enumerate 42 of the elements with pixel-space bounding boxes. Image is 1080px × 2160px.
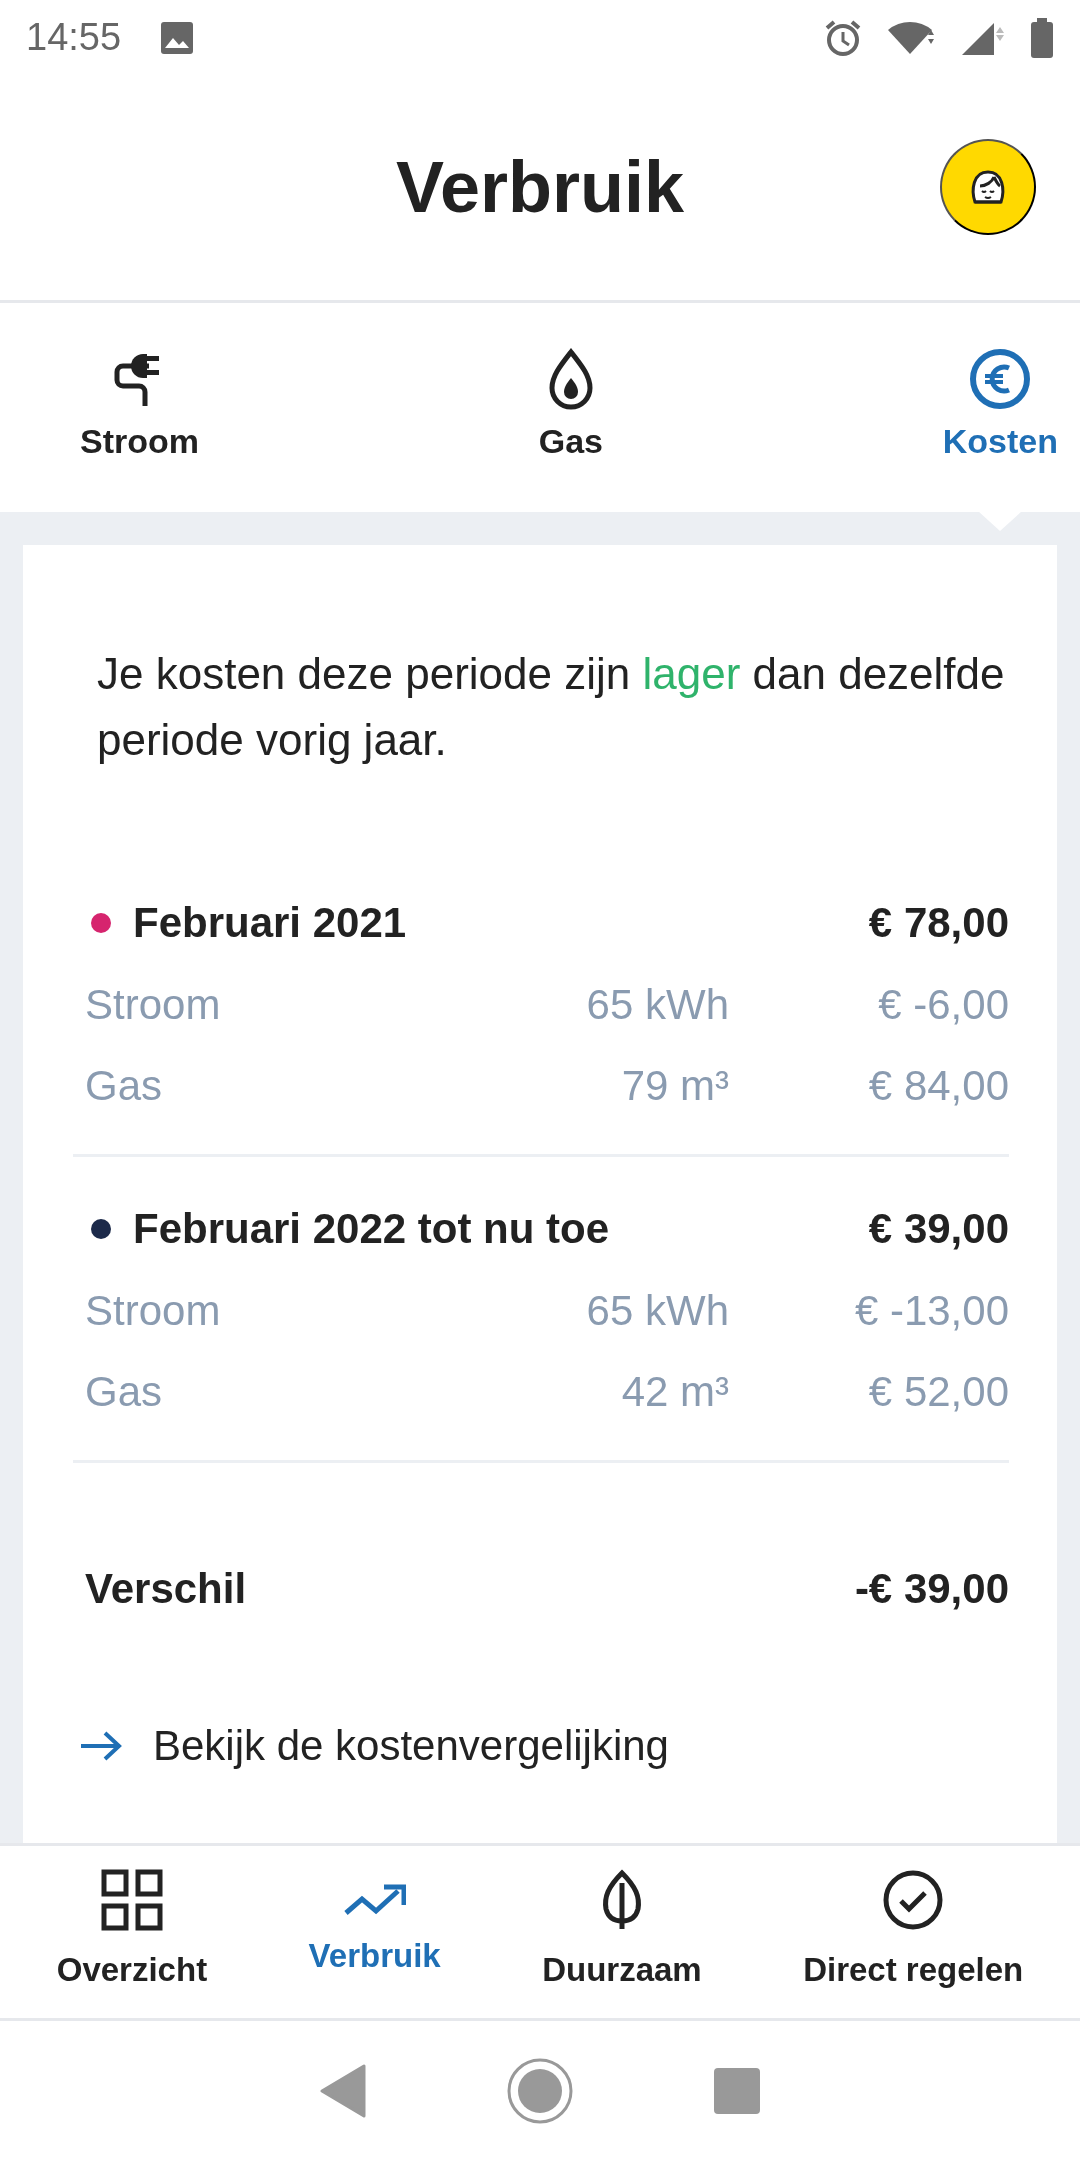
back-button[interactable] — [320, 2063, 366, 2118]
home-icon — [506, 2056, 574, 2125]
usage-amount: 42 m³ — [620, 1367, 729, 1417]
tab[interactable]: Gas — [538, 348, 603, 467]
difference-value: -€ 39,00 — [854, 1564, 1009, 1614]
trend-icon — [343, 1883, 406, 1918]
usage-amount: 65 kWh — [585, 980, 729, 1030]
period-label: Februari 2021 — [133, 898, 408, 948]
usage-cost: € 84,00 — [867, 1061, 1009, 1111]
nav-item[interactable]: Verbruik — [308, 1883, 441, 1981]
home-button[interactable] — [506, 2056, 574, 2125]
usage-cost: € 52,00 — [867, 1367, 1009, 1417]
nav-item[interactable]: Overzicht — [56, 1869, 208, 1995]
usage-amount: 65 kWh — [585, 1286, 729, 1336]
tab[interactable]: Stroom — [80, 348, 199, 467]
cost-comparison-text: Je kosten deze periode zijn lager dan dezelfde periode vorig jaar. — [97, 648, 1006, 766]
comparison-link[interactable]: Bekijk de kostenvergelijking — [79, 1714, 669, 1777]
battery-icon — [1030, 17, 1054, 58]
usage-cost: € -13,00 — [853, 1286, 1009, 1336]
nav-item[interactable]: Direct regelen — [803, 1869, 1024, 1995]
period-label: Februari 2022 tot nu toe — [133, 1204, 611, 1254]
back-icon — [320, 2063, 366, 2118]
tab[interactable]: Kosten — [942, 348, 1058, 467]
grid-icon — [100, 1869, 163, 1932]
usage-type: Gas — [85, 1061, 164, 1111]
usage-type: Gas — [85, 1367, 164, 1417]
wifi-icon — [886, 19, 936, 56]
recents-icon — [714, 2067, 760, 2114]
difference-label: Verschil — [85, 1564, 247, 1614]
usage-cost: € -6,00 — [877, 980, 1009, 1030]
usage-amount: 79 m³ — [620, 1061, 729, 1111]
image-icon — [159, 19, 196, 56]
recents-button[interactable] — [714, 2067, 760, 2114]
status-time: 14:55 — [26, 15, 122, 60]
period-total: € 78,00 — [868, 898, 1009, 948]
period-total: € 39,00 — [868, 1204, 1009, 1254]
nav-item[interactable]: Duurzaam — [542, 1869, 702, 1995]
usage-type: Stroom — [85, 980, 222, 1030]
euro-icon — [969, 348, 1032, 410]
usage-type: Stroom — [85, 1286, 222, 1336]
page-title: Verbruik — [395, 146, 685, 230]
alarm-icon — [824, 18, 862, 57]
